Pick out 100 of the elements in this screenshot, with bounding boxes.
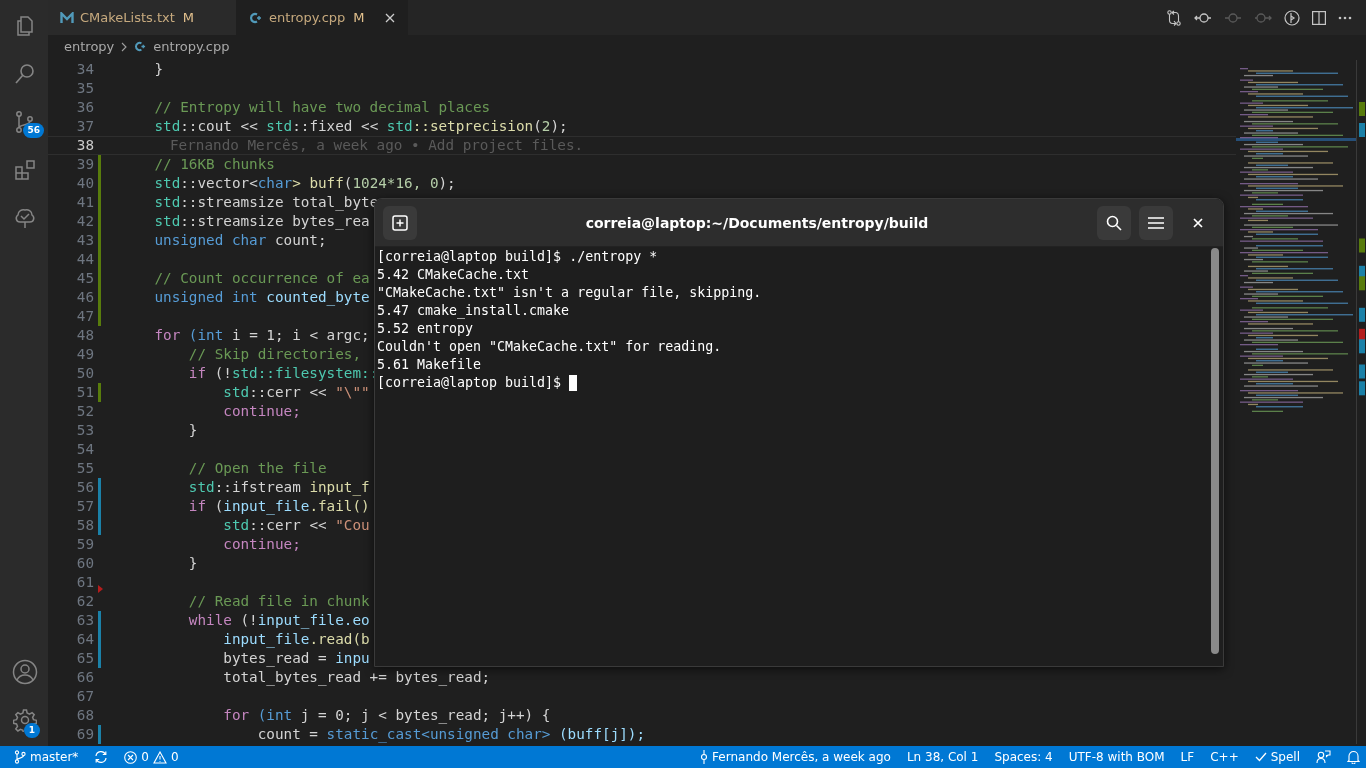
extensions-icon — [13, 158, 37, 182]
line-number: 41 — [75, 193, 94, 212]
code-line: // 16KB chunks — [153, 156, 275, 172]
terminal-line: 5.47 cmake_install.cmake — [377, 302, 570, 320]
line-number: 68 — [75, 706, 94, 725]
status-item[interactable]: UTF-8 with BOM — [1062, 746, 1171, 768]
code-line: count = static_cast<unsigned char> (buff[j]); — [256, 726, 646, 742]
change-marker — [98, 725, 101, 744]
code-line: // Skip directories, — [187, 346, 361, 362]
menu-icon — [1148, 215, 1164, 230]
line-number: 54 — [75, 440, 94, 459]
terminal-line: 5.42 CMakeCache.txt — [377, 266, 530, 284]
line-number: 50 — [75, 364, 94, 383]
scrollbar[interactable] — [1211, 248, 1219, 654]
cpp-file-icon — [134, 41, 148, 52]
window-title: correia@laptop:~/Documents/entropy/build — [584, 214, 930, 231]
person-feedback-icon — [1316, 750, 1331, 764]
line-number: 66 — [75, 668, 94, 687]
chevron-icon — [120, 41, 129, 52]
activity-item[interactable]: 1 — [0, 696, 48, 744]
line-number: 34 — [75, 60, 94, 79]
code-line: while (!input_file.eo — [187, 612, 370, 628]
line-number: 40 — [75, 174, 94, 193]
tree-check-icon — [13, 206, 37, 230]
line-number: 39 — [75, 155, 94, 174]
plus-box-icon — [392, 214, 408, 231]
line-number: 38 — [75, 136, 94, 155]
problems-indicator[interactable]: 0 0 — [118, 746, 185, 768]
status-item[interactable]: C++ — [1204, 746, 1245, 768]
terminal-line: [correia@laptop build]$ — [377, 374, 563, 392]
branch-icon — [14, 750, 26, 764]
line-number: 43 — [75, 231, 94, 250]
terminal-line: Couldn't open "CMakeCache.txt" for reading. — [377, 338, 722, 356]
warning-icon — [152, 750, 167, 764]
line-number: 45 — [75, 269, 94, 288]
terminal-line: "CMakeCache.txt" isn't a regular file, skipping. — [377, 284, 762, 302]
blame-indicator[interactable]: Fernando Mercês, a week ago — [694, 746, 897, 768]
line-number: 49 — [75, 345, 94, 364]
check-icon — [1254, 752, 1267, 762]
line-number: 64 — [75, 630, 94, 649]
line-number: 37 — [75, 117, 94, 136]
code-line: // Count occurrence of ea — [153, 270, 370, 286]
terminal-line: 5.61 Makefile — [377, 356, 482, 374]
search-icon — [1106, 214, 1122, 231]
split-editor-icon[interactable] — [1312, 10, 1326, 25]
spell-check-indicator[interactable]: Spell — [1248, 746, 1306, 768]
code-line: std::ifstream input_f — [187, 479, 370, 495]
code-line: std::cerr << "\"" — [222, 384, 370, 400]
line-number: 48 — [75, 326, 94, 345]
code-line: std::streamsize bytes_rea — [153, 213, 370, 229]
line-number: 56 — [75, 478, 94, 497]
count-badge: 56 — [23, 123, 44, 138]
compare-changes-icon[interactable] — [1166, 9, 1182, 26]
line-number: 59 — [75, 535, 94, 554]
branch-circle-icon[interactable] — [1284, 9, 1300, 26]
code-line: // Open the file — [187, 460, 327, 476]
branch-indicator[interactable]: master* — [8, 746, 85, 768]
line-number: 47 — [75, 307, 94, 326]
code-line: for (int i = 1; i < argc; — [153, 327, 370, 343]
menu-button[interactable] — [1139, 205, 1173, 240]
code-line: std::vector<char> buff(1024*16, 0); — [153, 175, 456, 191]
search-icon — [13, 62, 37, 86]
status-item[interactable]: LF — [1174, 746, 1201, 768]
code-line: total_bytes_read += bytes_read; — [222, 669, 491, 685]
code-line: } — [187, 422, 198, 438]
line-number: 58 — [75, 516, 94, 535]
code-line: // Entropy will have two decimal places — [153, 99, 491, 115]
activity-item[interactable]: 56 — [0, 98, 48, 146]
code-line: unsigned char count; — [153, 232, 327, 248]
terminal-line: 5.52 entropy — [377, 320, 474, 338]
line-number: 55 — [75, 459, 94, 478]
change-marker — [98, 383, 101, 402]
breadcrumb-item[interactable]: entropy.cpp — [153, 39, 230, 54]
code-line: unsigned int counted_byte — [153, 289, 370, 305]
code-line: // Read file in chunk — [187, 593, 370, 609]
line-number: 52 — [75, 402, 94, 421]
code-line: for (int j = 0; j < bytes_read; j++) { — [222, 707, 551, 723]
code-line: std::streamsize total_byte — [153, 194, 379, 210]
search-button[interactable] — [1097, 205, 1131, 240]
line-number: 57 — [75, 497, 94, 516]
line-number: 65 — [75, 649, 94, 668]
deletion-marker — [98, 585, 103, 593]
status-item[interactable]: Ln 38, Col 1 — [900, 746, 985, 768]
close-icon — [1193, 217, 1203, 228]
bell-icon — [1347, 750, 1360, 764]
line-number: 42 — [75, 212, 94, 231]
new-tab-button[interactable] — [383, 205, 417, 240]
line-number: 62 — [75, 592, 94, 611]
terminal-line: [correia@laptop build]$ ./entropy * — [377, 248, 658, 266]
code-line: continue; — [222, 536, 301, 552]
minimap-drawing[interactable] — [1236, 60, 1366, 744]
editor-tab[interactable]: entropy.cpp M — [237, 0, 408, 35]
line-number: 51 — [75, 383, 94, 402]
line-number: 53 — [75, 421, 94, 440]
account-icon — [12, 659, 38, 685]
close-icon[interactable] — [384, 12, 395, 23]
more-icon[interactable] — [1338, 15, 1352, 20]
breadcrumb-item[interactable]: entropy — [64, 39, 115, 54]
editor-tab[interactable]: CMakeLists.txt M — [48, 0, 238, 35]
status-item[interactable]: Spaces: 4 — [988, 746, 1059, 768]
